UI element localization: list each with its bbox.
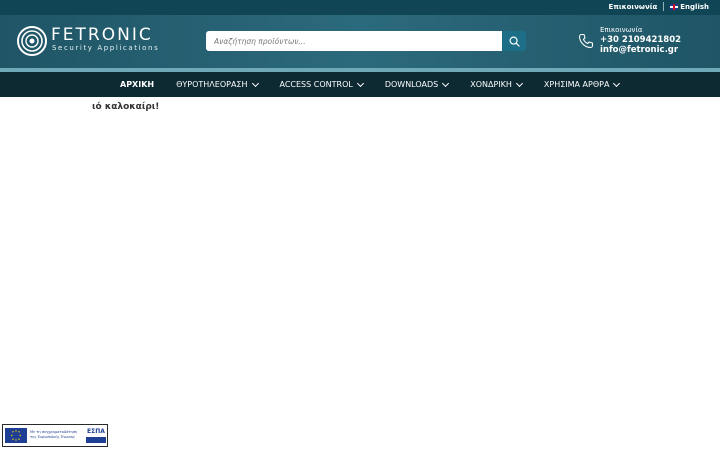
nav-items: ΑΡΧΙΚΗ ΘΥΡΟΤΗΛΕΟΡΑΣΗ ACCESS CONTROL DOWN…	[120, 72, 641, 97]
language-switcher[interactable]: English	[670, 3, 709, 11]
nav-item-label: DOWNLOADS	[384, 80, 439, 89]
uk-flag-icon	[670, 3, 679, 10]
top-bar: Επικοινωνία English	[0, 0, 720, 15]
page-greeting: ιό καλοκαίρι!	[92, 102, 160, 112]
main-nav: ΑΡΧΙΚΗ ΘΥΡΟΤΗΛΕΟΡΑΣΗ ACCESS CONTROL DOWN…	[0, 72, 720, 97]
fetronic-logo-icon	[17, 26, 47, 56]
top-links: Επικοινωνία English	[609, 2, 709, 11]
product-search	[206, 31, 526, 51]
chevron-down-icon	[515, 79, 523, 87]
espa-logo-text: ΕΣΠΑ	[87, 428, 105, 435]
nav-item-wholesale[interactable]: ΧΟΝΔΡΙΚΗ	[470, 72, 523, 97]
logo-tagline: Security Applications	[52, 44, 160, 52]
nav-item-label: ΑΡΧΙΚΗ	[120, 80, 155, 89]
search-button[interactable]	[502, 31, 526, 51]
nav-item-video-intercom[interactable]: ΘΥΡΟΤΗΛΕΟΡΑΣΗ	[176, 72, 259, 97]
phone-icon	[578, 33, 594, 49]
chevron-down-icon	[613, 79, 621, 87]
site-logo[interactable]: FETRONIC Security Applications	[17, 26, 177, 56]
search-icon	[509, 36, 520, 47]
nav-item-label: ACCESS CONTROL	[279, 80, 353, 89]
nav-item-label: ΘΥΡΟΤΗΛΕΟΡΑΣΗ	[176, 80, 248, 89]
contact-label: Επικοινωνία	[600, 26, 643, 34]
espa-text: Με τη συγχρηματοδότηση της Ευρωπαϊκής Έν…	[30, 430, 78, 439]
contact-email[interactable]: info@fetronic.gr	[600, 45, 678, 55]
eu-flag-icon	[5, 428, 27, 443]
espa-banner[interactable]: Με τη συγχρηματοδότηση της Ευρωπαϊκής Έν…	[2, 424, 108, 447]
nav-item-label: ΧΟΝΔΡΙΚΗ	[470, 80, 512, 89]
nav-item-label: ΧΡΗΣΙΜΑ ΑΡΘΡΑ	[543, 80, 610, 89]
header-contact: Επικοινωνία +30 2109421802 info@fetronic…	[578, 26, 718, 56]
chevron-down-icon	[251, 79, 259, 87]
chevron-down-icon	[356, 79, 364, 87]
search-input[interactable]	[206, 31, 502, 51]
contact-phone[interactable]: +30 2109421802	[600, 35, 681, 45]
nav-item-downloads[interactable]: DOWNLOADS	[384, 72, 450, 97]
language-label: English	[680, 2, 709, 11]
contact-link[interactable]: Επικοινωνία	[609, 3, 658, 11]
divider	[663, 2, 665, 11]
logo-name: FETRONIC	[51, 25, 153, 45]
nav-item-useful-articles[interactable]: ΧΡΗΣΙΜΑ ΑΡΘΡΑ	[543, 72, 621, 97]
nav-item-access-control[interactable]: ACCESS CONTROL	[279, 72, 364, 97]
nav-item-home[interactable]: ΑΡΧΙΚΗ	[120, 72, 154, 97]
espa-logo-bar	[86, 437, 106, 443]
chevron-down-icon	[442, 79, 450, 87]
